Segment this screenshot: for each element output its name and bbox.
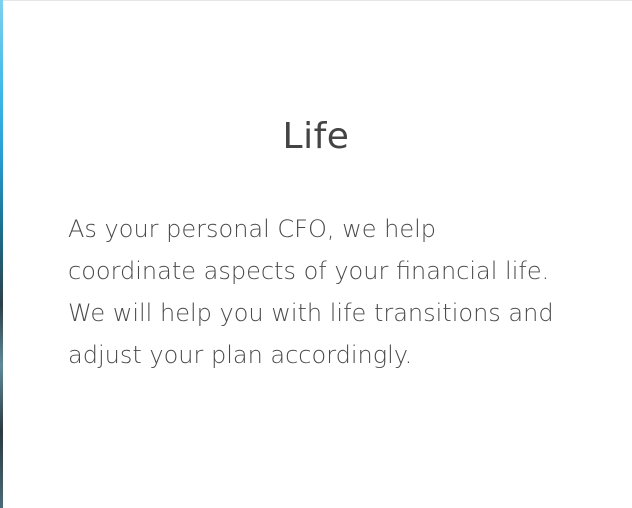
card-description: As your personal CFO, we help coordinate… xyxy=(68,215,554,369)
card-title: Life xyxy=(282,116,350,157)
